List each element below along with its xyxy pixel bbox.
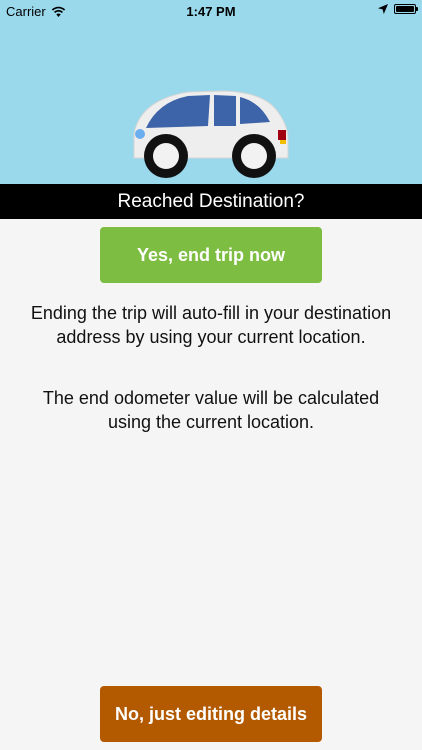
car-hubcap-rear [241,143,267,169]
status-bar: Carrier 1:47 PM [0,0,422,22]
battery-icon [394,4,418,14]
hero-banner: Carrier 1:47 PM [0,0,422,184]
battery-fill [396,6,414,12]
car-window-middle [214,95,236,126]
car-headlight [135,129,145,139]
car-taillight [278,130,286,140]
status-right [378,4,418,14]
status-time: 1:47 PM [186,4,236,19]
page-title: Reached Destination? [0,184,422,219]
car-illustration [133,90,289,178]
auto-fill-message: Ending the trip will auto-fill in your d… [30,303,392,347]
car-hubcap-front [153,143,179,169]
car-indicator [280,140,286,144]
end-trip-button[interactable]: Yes, end trip now [100,227,322,283]
editing-details-button[interactable]: No, just editing details [100,686,322,742]
location-arrow-icon [378,4,388,14]
odometer-message: The end odometer value will be calculate… [42,388,380,432]
